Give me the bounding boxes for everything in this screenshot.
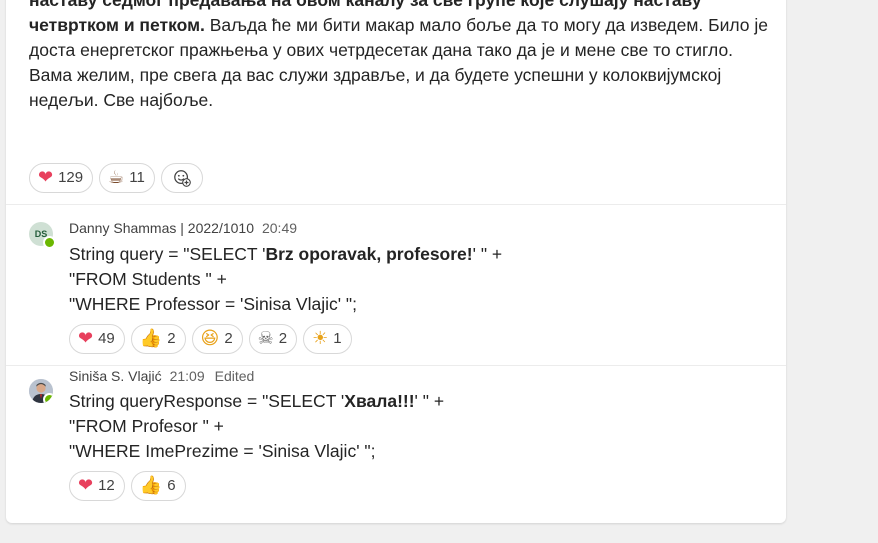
message-line: String query = "SELECT 'Brz oporavak, pr… [69, 244, 503, 264]
reaction-count: 129 [58, 169, 84, 186]
reaction-laugh[interactable]: 😆 2 [191, 324, 243, 354]
post-line-2: четвртком и петком. Ваљда ће ми бити мак… [29, 15, 768, 35]
sun-face-icon: ☀ [312, 328, 329, 349]
add-reaction-button[interactable] [160, 163, 203, 193]
message-line: String queryResponse = "SELECT 'Хвала!!!… [69, 391, 445, 411]
heart-icon: ❤ [38, 167, 54, 188]
post-line-5: недељи. Све најбоље. [29, 90, 214, 110]
post-line-4: Вама желим, пре свега да вас служи здрав… [29, 65, 722, 85]
post-line-3: доста енергетског пражњења у ових четрде… [29, 40, 734, 60]
post-reactions: ❤ 129 ☕ 11 [29, 163, 203, 193]
reaction-heart[interactable]: ❤ 49 [69, 324, 125, 354]
reaction-heart[interactable]: ❤ 12 [69, 471, 125, 501]
reply-message: String queryResponse = "SELECT 'Хвала!!!… [69, 389, 444, 464]
reply-vlajic: Siniša S. Vlajić 21:09 Edited String query… [6, 365, 786, 523]
heart-icon: ❤ [78, 475, 94, 496]
reply-reactions: ❤ 49 👍 2 😆 2 ☠ 2 ☀ 1 [69, 324, 352, 354]
message-line: "FROM Profesor " + [69, 416, 224, 436]
reaction-heart[interactable]: ❤ 129 [29, 163, 94, 193]
laughing-face-icon: 😆 [200, 328, 220, 349]
reaction-thumbs-up[interactable]: 👍 6 [130, 471, 186, 501]
heart-icon: ❤ [78, 328, 94, 349]
reply-message: String query = "SELECT 'Brz oporavak, pr… [69, 242, 502, 317]
reaction-count: 11 [129, 169, 145, 186]
reply-meta: Danny Shammas | 2022/1010 20:49 [69, 220, 297, 236]
avatar[interactable] [29, 379, 53, 403]
timestamp: 21:09 [169, 368, 205, 384]
reaction-count: 2 [167, 330, 176, 347]
reaction-count: 2 [224, 330, 233, 347]
thumbs-up-icon: 👍 [139, 475, 163, 496]
reply-danny: DS Danny Shammas | 2022/1010 20:49 String… [6, 204, 786, 364]
reaction-sun[interactable]: ☀ 1 [303, 324, 352, 354]
edited-label: Edited [214, 368, 255, 384]
reaction-count: 49 [98, 330, 115, 347]
message-line: "WHERE Professor = 'Sinisa Vlajic' "; [69, 294, 358, 314]
reaction-count: 6 [167, 477, 176, 494]
reaction-thumbs-up[interactable]: 👍 2 [130, 324, 186, 354]
reaction-coffee[interactable]: ☕ 11 [99, 163, 155, 193]
message-line: "WHERE ImePrezime = 'Sinisa Vlajic' "; [69, 441, 376, 461]
conversation-card: наставу седмог предавања на овом каналу … [6, 0, 786, 523]
avatar[interactable]: DS [29, 222, 56, 249]
post-body: наставу седмог предавања на овом каналу … [29, 0, 769, 113]
reply-reactions: ❤ 12 👍 6 [69, 471, 186, 501]
presence-available-icon [43, 236, 56, 249]
coffee-icon: ☕ [108, 167, 125, 188]
message-line: "FROM Students " + [69, 269, 227, 289]
skull-icon: ☠ [257, 328, 274, 349]
add-reaction-icon [174, 170, 191, 187]
reply-meta: Siniša S. Vlajić 21:09 Edited [69, 368, 254, 384]
reaction-count: 12 [98, 477, 115, 494]
author-name[interactable]: Siniša S. Vlajić [69, 368, 162, 384]
author-name[interactable]: Danny Shammas | 2022/1010 [69, 220, 254, 236]
reaction-count: 1 [333, 330, 342, 347]
timestamp: 20:49 [261, 220, 298, 236]
reaction-count: 2 [278, 330, 288, 347]
post-line-1: наставу седмог предавања на овом каналу … [29, 0, 702, 10]
thumbs-up-icon: 👍 [139, 328, 163, 349]
reaction-skull[interactable]: ☠ 2 [248, 324, 298, 354]
presence-available-icon [43, 393, 53, 403]
